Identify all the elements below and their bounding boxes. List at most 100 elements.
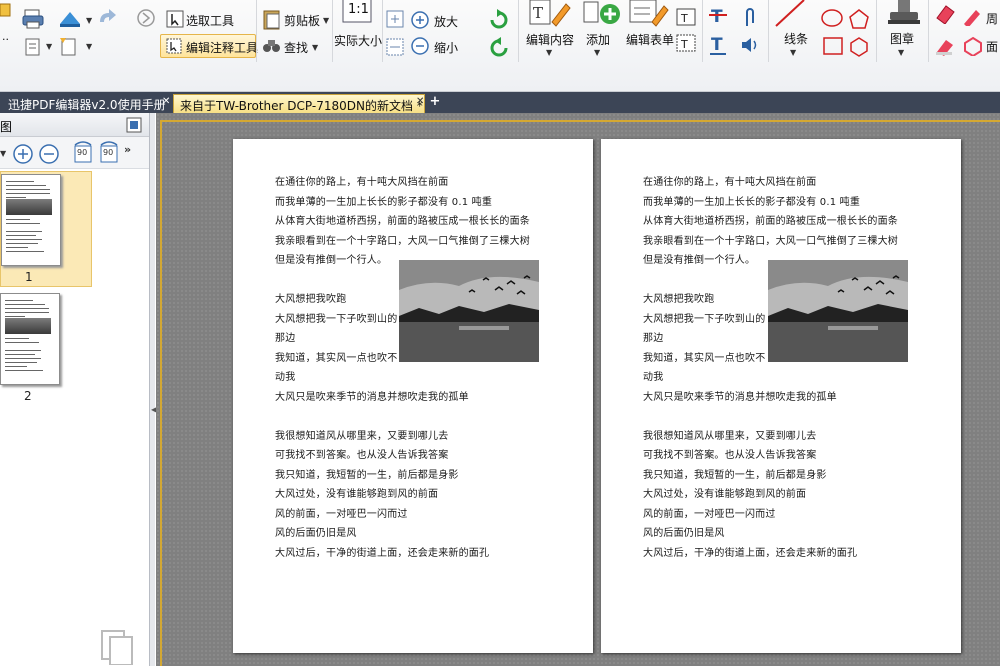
dropdown-caret[interactable]: ▼ [898, 48, 904, 57]
text-line: 大风想把我一下子吹到山的 [275, 313, 398, 325]
svg-text:T: T [711, 7, 723, 26]
edit-form-icon[interactable] [628, 0, 670, 28]
close-icon[interactable]: ✕ [162, 96, 170, 107]
fit-width-icon[interactable] [386, 38, 404, 56]
text-line: 大风只是吹来季节的消息并想吹走我的孤单 [643, 391, 837, 403]
zoom-in-icon[interactable] [410, 10, 430, 30]
edit-form-label[interactable]: 编辑表单 [626, 31, 674, 48]
text-line: 风的后面仍旧是风 [275, 528, 357, 539]
area-label[interactable]: 面 [986, 38, 998, 55]
stamp-icon[interactable] [886, 0, 922, 28]
new-tab-plus-icon[interactable]: + [428, 95, 442, 109]
rectangle-icon[interactable] [822, 36, 844, 56]
stamp-label[interactable]: 图章 [890, 30, 914, 47]
binoculars-icon[interactable] [262, 36, 282, 54]
text-line: 在通往你的路上，有十吨大风挡在前面 [275, 177, 449, 188]
add-icon[interactable] [582, 0, 622, 28]
zoom-out-icon[interactable] [38, 143, 60, 165]
pages-stack-icon[interactable] [98, 625, 138, 665]
fit-page-icon[interactable] [386, 10, 404, 28]
ellipse-icon[interactable] [820, 8, 844, 28]
doc-properties-icon[interactable] [24, 38, 44, 56]
edit-annotation-tool-label: 编辑注释工具 [186, 41, 259, 55]
page-thumbnail-2[interactable]: 2 [0, 291, 92, 407]
text-line: 我亲眼看到在一个十字路口，大风一口气推倒了三棵大树 [643, 235, 898, 247]
text-line: 但是没有推倒一个行人。 [643, 255, 756, 266]
strikeout-icon[interactable]: T [708, 4, 728, 26]
dropdown-caret[interactable]: ▼ [790, 48, 796, 57]
dropdown-caret[interactable]: ▼ [86, 42, 92, 51]
thumbnail-toolbar: ▼ 90 90 » [0, 137, 150, 169]
dropdown-caret[interactable]: ▼ [312, 43, 318, 52]
dropdown-caret[interactable]: ▼ [86, 16, 92, 25]
redo-icon[interactable] [96, 8, 118, 28]
text-line: 我很想知道风从哪里来，又要到哪儿去 [643, 430, 817, 442]
text-line: 大风想把我一下子吹到山的 [643, 313, 766, 325]
panel-splitter[interactable]: ◀ [149, 113, 157, 666]
text-line: 但是没有推倒一个行人。 [275, 255, 388, 266]
edit-content-label[interactable]: 编辑内容 [526, 31, 574, 48]
svg-text:T: T [680, 38, 688, 51]
tab-user-manual[interactable]: 迅捷PDF编辑器v2.0使用手册 [2, 94, 172, 113]
zoom-out-icon[interactable] [410, 36, 430, 56]
pentagon-icon[interactable] [848, 8, 870, 30]
rotate-left-icon[interactable] [488, 36, 510, 58]
line-tool-icon[interactable] [774, 0, 806, 28]
form-field-icon[interactable]: T [676, 34, 696, 52]
ribbon-toolbar: .. ▼ ▼ ▼ 选取工具 编辑注释工具 剪贴板 ▼ 查找 ▼ 1:1 实际大小… [0, 0, 1000, 92]
open-icon[interactable] [58, 10, 84, 28]
attach-icon[interactable] [742, 6, 758, 28]
add-label[interactable]: 添加 [586, 31, 610, 48]
highlight-icon[interactable] [934, 34, 956, 56]
document-page-2[interactable]: 在通往你的路上，有十吨大风挡在前面 而我单薄的一生加上长长的影子都没有 0.1 吨… [601, 139, 961, 653]
rotate-right-icon[interactable] [488, 8, 510, 30]
text-line: 风的前面，一对哑巴一闪而过 [643, 508, 776, 520]
polygon-icon[interactable] [848, 36, 870, 58]
area-highlight-icon[interactable] [962, 36, 984, 56]
text-line: 可我找不到答案。也从没人告诉我答案 [643, 450, 817, 461]
clipboard-icon[interactable] [262, 8, 282, 30]
lines-label[interactable]: 线条 [784, 30, 808, 47]
underline-icon[interactable]: T [708, 34, 728, 56]
sound-icon[interactable] [740, 36, 762, 54]
zoom-in-icon[interactable] [12, 143, 34, 165]
forward-icon[interactable] [136, 8, 156, 28]
edit-content-icon[interactable]: T [528, 0, 572, 28]
zoom-in-label[interactable]: 放大 [434, 13, 458, 30]
new-doc-icon[interactable] [58, 36, 80, 56]
select-text-icon[interactable] [166, 10, 184, 28]
text-line: 大风过后，干净的街道上面，还会走来新的面孔 [275, 547, 490, 559]
pencil-icon[interactable] [962, 8, 982, 26]
text-line: 而我单薄的一生加上长长的影子都没有 0.1 吨重 [275, 196, 493, 208]
text-line: 从体育大街地道桥西拐，前面的路被压成一根长长的面条 [275, 216, 530, 227]
landscape-photo[interactable] [399, 260, 539, 362]
select-text-tool-label[interactable]: 选取工具 [186, 12, 234, 29]
paste-icon[interactable] [0, 2, 12, 18]
print-icon[interactable] [22, 8, 44, 30]
panel-menu-icon[interactable] [126, 117, 142, 133]
find-label[interactable]: 查找 [284, 39, 308, 56]
dropdown-caret[interactable]: ▼ [594, 48, 600, 57]
tab-new-document[interactable]: 来自于TW-Brother DCP-7180DN的新文档 * [173, 94, 425, 113]
text-line: 我只知道，我短暂的一生，前后都是身影 [275, 469, 459, 481]
text-line: 那边 [643, 333, 664, 344]
dropdown-caret[interactable]: ▼ [0, 149, 6, 158]
rotate-right-label: 90 [103, 148, 114, 157]
document-page-1[interactable]: 在通往你的路上，有十吨大风挡在前面而我单薄的一生加上长长的影子都没有 0.1 吨… [233, 139, 593, 653]
more-icon[interactable]: » [124, 143, 131, 156]
clipboard-label[interactable]: 剪贴板 [284, 12, 320, 29]
dropdown-caret[interactable]: ▼ [546, 48, 552, 57]
page-thumbnail-1[interactable]: 1 [0, 171, 92, 287]
cut-label[interactable]: 周 [986, 10, 998, 27]
text-line: 我亲眼看到在一个十字路口，大风一口气推倒了三棵大树 [275, 235, 530, 247]
dropdown-caret[interactable]: ▼ [323, 16, 329, 25]
text-line: 从体育大街地道桥西拐，前面的路被压成一根长长的面条 [643, 216, 898, 227]
eraser-icon[interactable] [934, 2, 956, 24]
zoom-out-label[interactable]: 缩小 [434, 39, 458, 56]
dropdown-caret[interactable]: ▼ [46, 42, 52, 51]
text-field-icon[interactable]: T [676, 8, 696, 26]
landscape-photo[interactable] [768, 260, 908, 362]
actual-size-label[interactable]: 实际大小 [334, 32, 382, 49]
close-icon[interactable]: ✕ [416, 96, 424, 107]
thumbnail-page-number: 2 [24, 389, 32, 403]
